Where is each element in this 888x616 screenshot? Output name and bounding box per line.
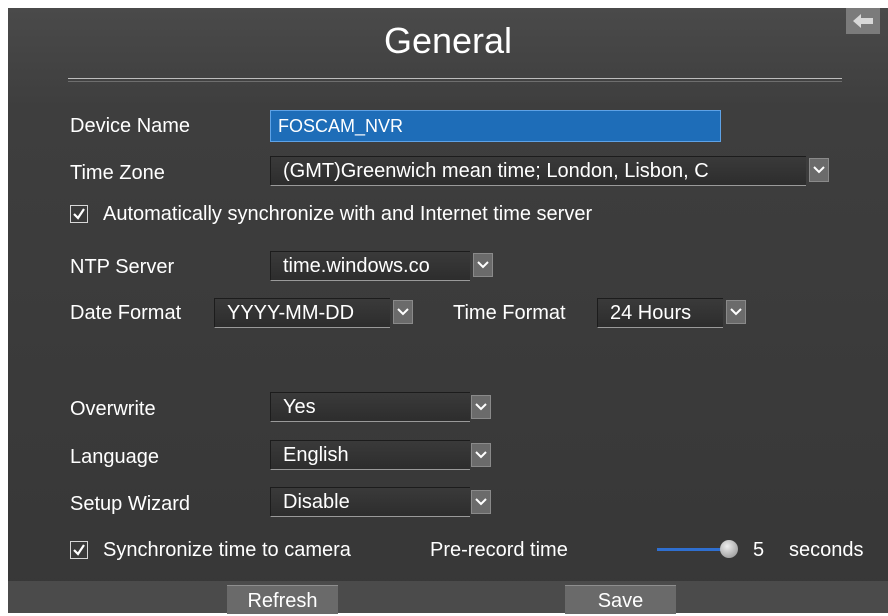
setup-wizard-label: Setup Wizard bbox=[70, 493, 191, 515]
chevron-down-icon bbox=[397, 308, 409, 316]
refresh-button[interactable]: Refresh bbox=[227, 585, 338, 614]
divider bbox=[68, 81, 842, 82]
chevron-down-icon bbox=[475, 451, 487, 459]
auto-sync-label: Automatically synchronize with and Inter… bbox=[103, 203, 593, 225]
date-format-label: Date Format bbox=[70, 302, 182, 324]
time-zone-select[interactable]: (GMT)Greenwich mean time; London, Lisbon… bbox=[270, 156, 806, 186]
setup-wizard-select[interactable]: Disable bbox=[270, 487, 470, 517]
pre-record-slider-handle[interactable] bbox=[720, 540, 738, 558]
setup-wizard-dropdown-button[interactable] bbox=[471, 490, 491, 514]
time-zone-dropdown-button[interactable] bbox=[809, 158, 829, 182]
sync-camera-checkbox[interactable] bbox=[70, 541, 88, 559]
checkmark-icon bbox=[73, 544, 85, 556]
pre-record-label: Pre-record time bbox=[430, 539, 568, 561]
device-name-input[interactable]: FOSCAM_NVR bbox=[270, 110, 721, 142]
ntp-server-select[interactable]: time.windows.co bbox=[270, 251, 470, 281]
chevron-down-icon bbox=[477, 261, 489, 269]
overwrite-label: Overwrite bbox=[70, 398, 156, 420]
time-format-label: Time Format bbox=[453, 302, 566, 324]
date-format-select[interactable]: YYYY-MM-DD bbox=[214, 298, 390, 328]
pre-record-value: 5 bbox=[753, 539, 765, 561]
ntp-server-dropdown-button[interactable] bbox=[473, 253, 493, 277]
chevron-down-icon bbox=[813, 166, 825, 174]
device-name-label: Device Name bbox=[70, 115, 191, 137]
bottom-bar bbox=[8, 581, 888, 613]
chevron-down-icon bbox=[730, 308, 742, 316]
ntp-server-label: NTP Server bbox=[70, 256, 175, 278]
date-format-dropdown-button[interactable] bbox=[393, 300, 413, 324]
time-format-dropdown-button[interactable] bbox=[726, 300, 746, 324]
checkmark-icon bbox=[73, 208, 85, 220]
language-select[interactable]: English bbox=[270, 440, 470, 470]
sync-camera-label: Synchronize time to camera bbox=[103, 539, 351, 561]
chevron-down-icon bbox=[475, 403, 487, 411]
time-zone-label: Time Zone bbox=[70, 162, 165, 184]
time-format-select[interactable]: 24 Hours bbox=[597, 298, 723, 328]
save-button[interactable]: Save bbox=[565, 585, 676, 614]
auto-sync-checkbox[interactable] bbox=[70, 205, 88, 223]
language-dropdown-button[interactable] bbox=[471, 443, 491, 467]
language-label: Language bbox=[70, 446, 159, 468]
overwrite-dropdown-button[interactable] bbox=[471, 395, 491, 419]
overwrite-select[interactable]: Yes bbox=[270, 392, 470, 422]
chevron-down-icon bbox=[475, 498, 487, 506]
pre-record-unit: seconds bbox=[789, 539, 864, 561]
page-title: General bbox=[383, 20, 513, 61]
divider bbox=[68, 78, 842, 79]
